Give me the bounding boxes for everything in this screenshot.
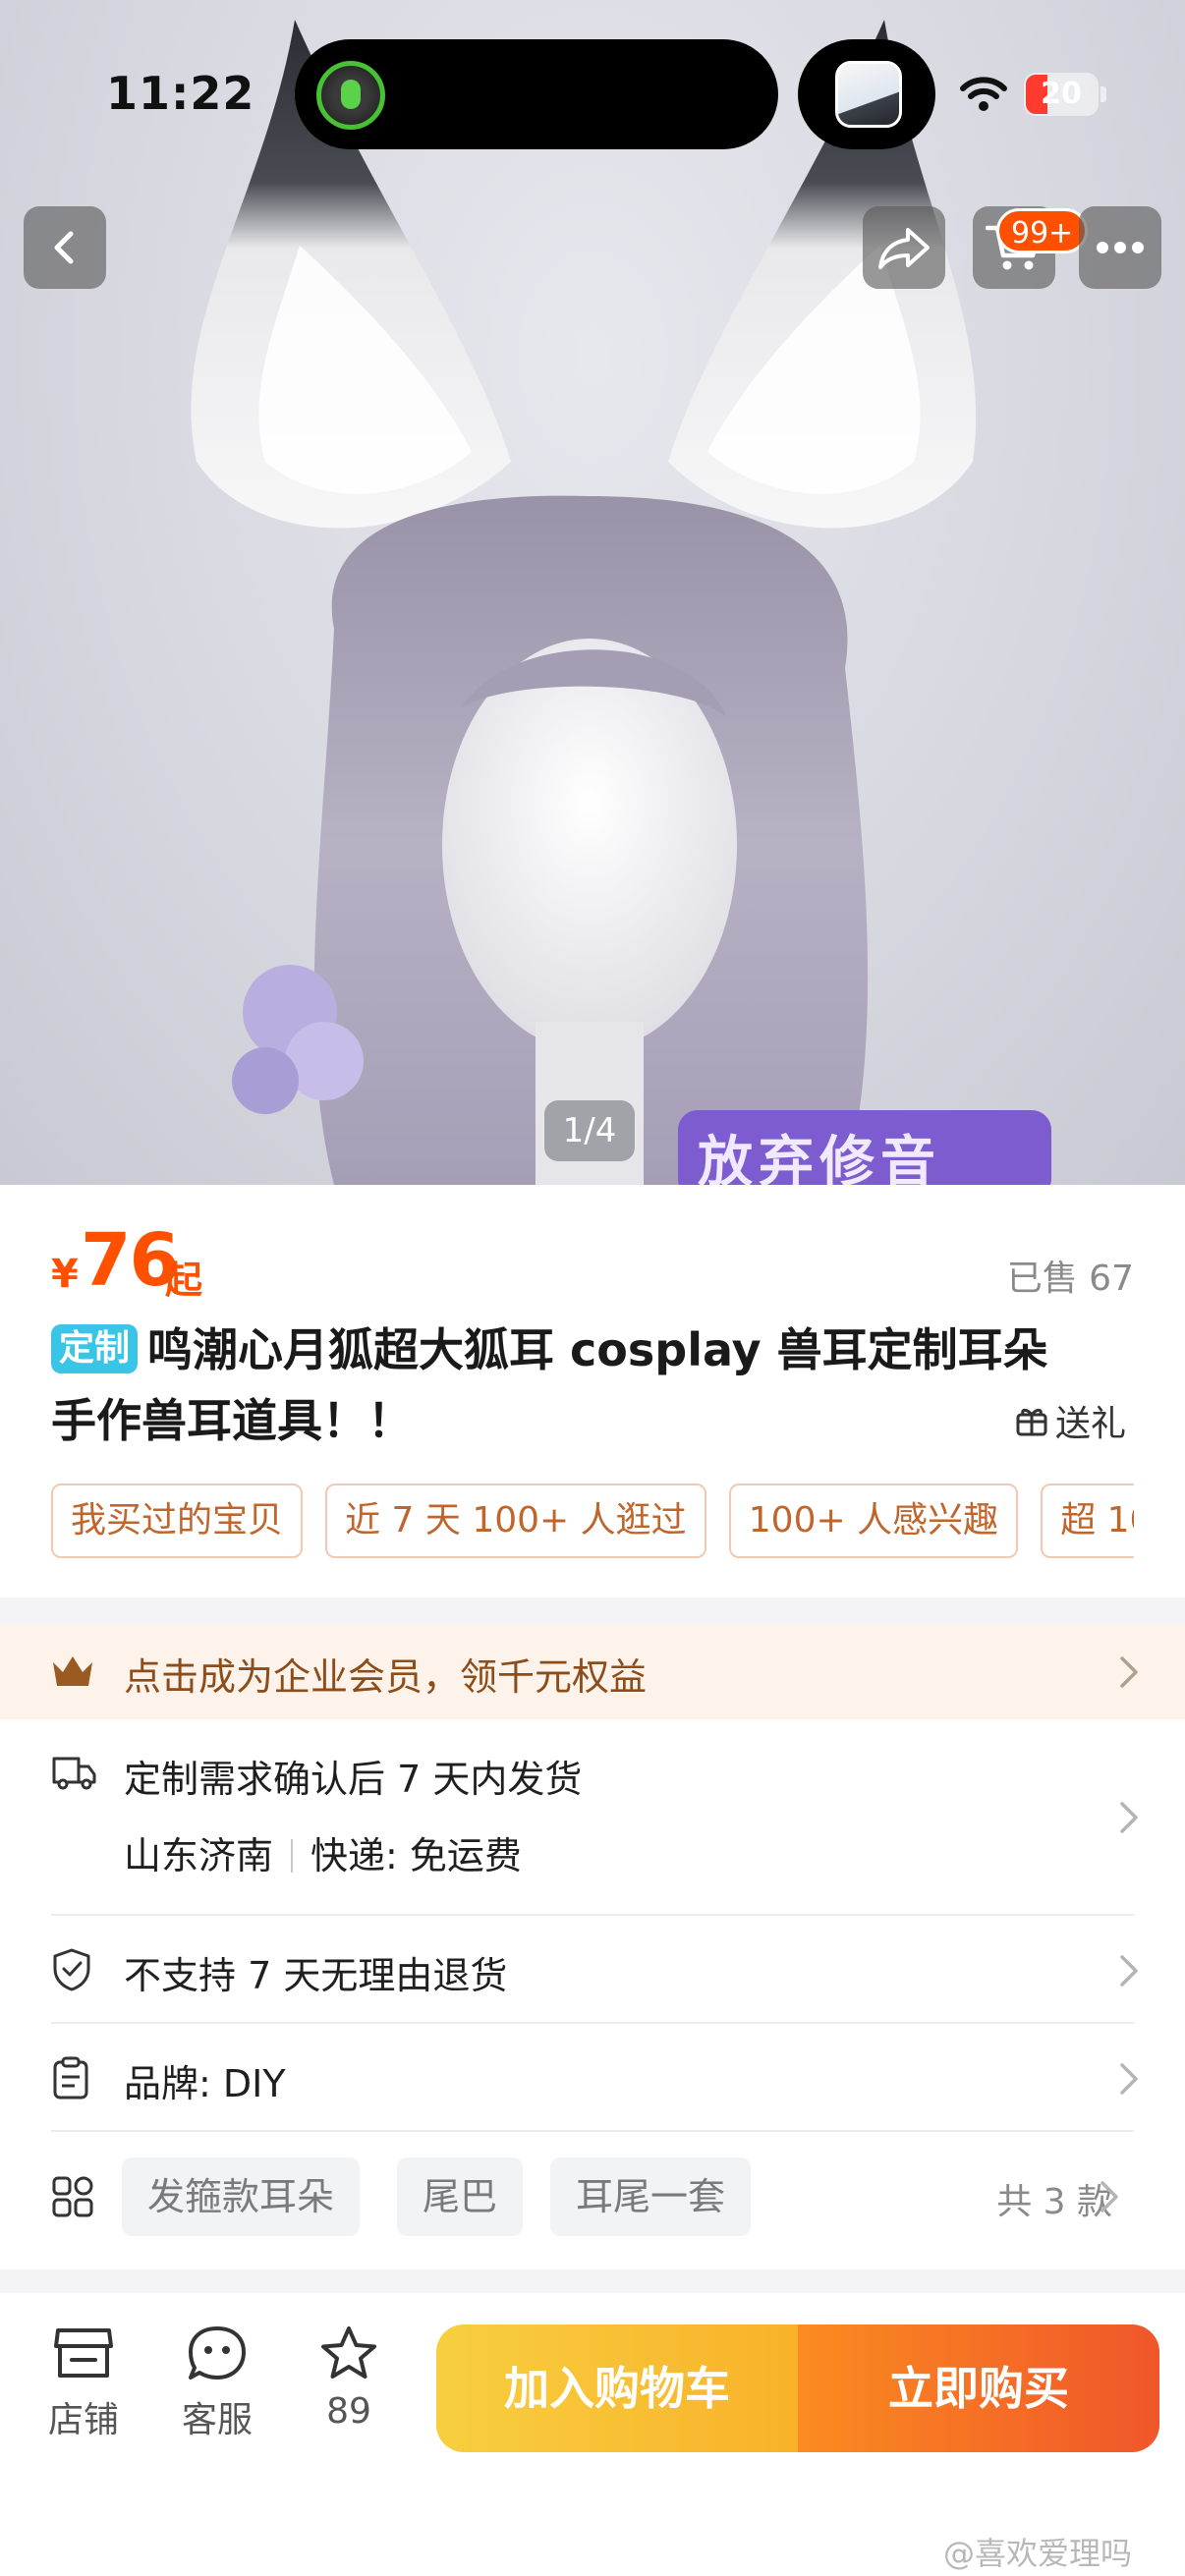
- cart-count-badge: 99+: [996, 208, 1089, 253]
- price-currency: ¥: [51, 1252, 79, 1297]
- more-icon: [1097, 242, 1144, 253]
- brand-text: 品牌: DIY: [124, 2062, 286, 2105]
- chip-bought-before[interactable]: 我买过的宝贝: [51, 1484, 304, 1558]
- shield-icon: [53, 1948, 90, 1991]
- chat-face-icon: [189, 2326, 246, 2380]
- shipping-row[interactable]: 定制需求确认后 7 天内发货 山东济南 快递: 免运费: [51, 1749, 1138, 1879]
- battery-percent: 20: [1041, 77, 1082, 111]
- divider: [51, 2022, 1134, 2024]
- chip-interested[interactable]: 100+ 人感兴趣: [728, 1484, 1019, 1558]
- avatar: [835, 61, 902, 128]
- price-suffix: 起: [165, 1259, 203, 1302]
- shop-icon: [54, 2328, 113, 2378]
- section-gap: [0, 2269, 1185, 2293]
- product-image-gallery[interactable]: 放弃修音: [0, 0, 1185, 1185]
- banner-text: 放弃修音: [698, 1131, 941, 1185]
- grid-icon: [52, 2176, 93, 2217]
- music-app-icon: [316, 61, 385, 130]
- chip-more[interactable]: 超 100: [1041, 1484, 1134, 1558]
- gift-icon: [1016, 1408, 1047, 1436]
- favorite-button[interactable]: 89: [295, 2324, 403, 2432]
- image-counter: 1/4: [544, 1100, 635, 1161]
- member-banner[interactable]: 点击成为企业会员，领千元权益: [0, 1625, 1185, 1719]
- shipping-location: 山东济南: [124, 1834, 274, 1877]
- gift-label: 送礼: [1055, 1404, 1127, 1444]
- star-icon: [321, 2326, 376, 2379]
- shop-button[interactable]: 店铺: [29, 2324, 138, 2442]
- chevron-right-icon: [1120, 1802, 1138, 1833]
- returns-text: 不支持 7 天无理由退货: [124, 1954, 508, 1997]
- back-button[interactable]: [24, 206, 106, 289]
- section-gap: [0, 1597, 1185, 1625]
- divider: [51, 2130, 1134, 2132]
- social-proof-chips: 我买过的宝贝 近 7 天 100+ 人逛过 100+ 人感兴趣 超 100: [51, 1484, 1134, 1560]
- shipping-origin: 山东济南 快递: 免运费: [124, 1825, 522, 1879]
- divider: [291, 1839, 294, 1873]
- price-value: 76: [81, 1218, 180, 1303]
- more-button[interactable]: [1079, 206, 1161, 289]
- sold-count: 已售 67: [1006, 1259, 1134, 1299]
- service-label: 客服: [181, 2400, 253, 2440]
- gift-button[interactable]: 送礼: [1014, 1395, 1126, 1446]
- divider: [51, 1914, 1134, 1916]
- member-banner-text: 点击成为企业会员，领千元权益: [124, 1655, 648, 1699]
- variant-tail[interactable]: 尾巴: [397, 2157, 524, 2236]
- customer-service-button[interactable]: 客服: [163, 2324, 271, 2442]
- chevron-right-icon[interactable]: [1099, 2179, 1120, 2214]
- buy-now-button[interactable]: 立即购买: [798, 2324, 1159, 2452]
- crown-icon: [53, 1656, 92, 1686]
- variant-headband-ears[interactable]: 发箍款耳朵: [122, 2157, 361, 2236]
- product-photo: [191, 20, 1051, 1185]
- shipping-time: 定制需求确认后 7 天内发货: [124, 1758, 583, 1801]
- battery-tip: [1100, 86, 1106, 102]
- clipboard-icon: [53, 2056, 88, 2100]
- variant-ear-tail-set[interactable]: 耳尾一套: [550, 2157, 752, 2236]
- price-row: ¥ 76 起 已售 67: [51, 1218, 1134, 1307]
- favorite-count: 89: [326, 2391, 371, 2432]
- add-to-cart-button[interactable]: 加入购物车: [436, 2324, 798, 2452]
- shop-label: 店铺: [47, 2400, 119, 2440]
- product-title: 定制 鸣潮心月狐超大狐耳 cosplay 兽耳定制耳朵手作兽耳道具！！: [51, 1315, 1093, 1456]
- variant-total[interactable]: 共 3 款: [996, 2173, 1112, 2224]
- brand-row[interactable]: 品牌: DIY: [51, 2053, 1138, 2108]
- status-time: 11:22: [106, 67, 255, 120]
- custom-tag: 定制: [51, 1324, 139, 1373]
- watermark: @喜欢爱理吗: [943, 2535, 1133, 2572]
- share-icon: [878, 228, 930, 269]
- wifi-icon: [960, 77, 1007, 111]
- product-title-text: 鸣潮心月狐超大狐耳 cosplay 兽耳定制耳朵手作兽耳道具！！: [51, 1323, 1048, 1447]
- share-button[interactable]: [863, 206, 945, 289]
- returns-row[interactable]: 不支持 7 天无理由退货: [51, 1945, 1138, 2000]
- chevron-right-icon: [1120, 1656, 1138, 1688]
- chevron-right-icon: [1120, 2063, 1138, 2095]
- chevron-left-icon: [54, 231, 74, 264]
- shipping-delivery: 快递: 免运费: [310, 1834, 522, 1877]
- delivery-truck-icon: [52, 1757, 96, 1790]
- chevron-right-icon: [1120, 1955, 1138, 1987]
- chip-visitors[interactable]: 近 7 天 100+ 人逛过: [325, 1484, 706, 1558]
